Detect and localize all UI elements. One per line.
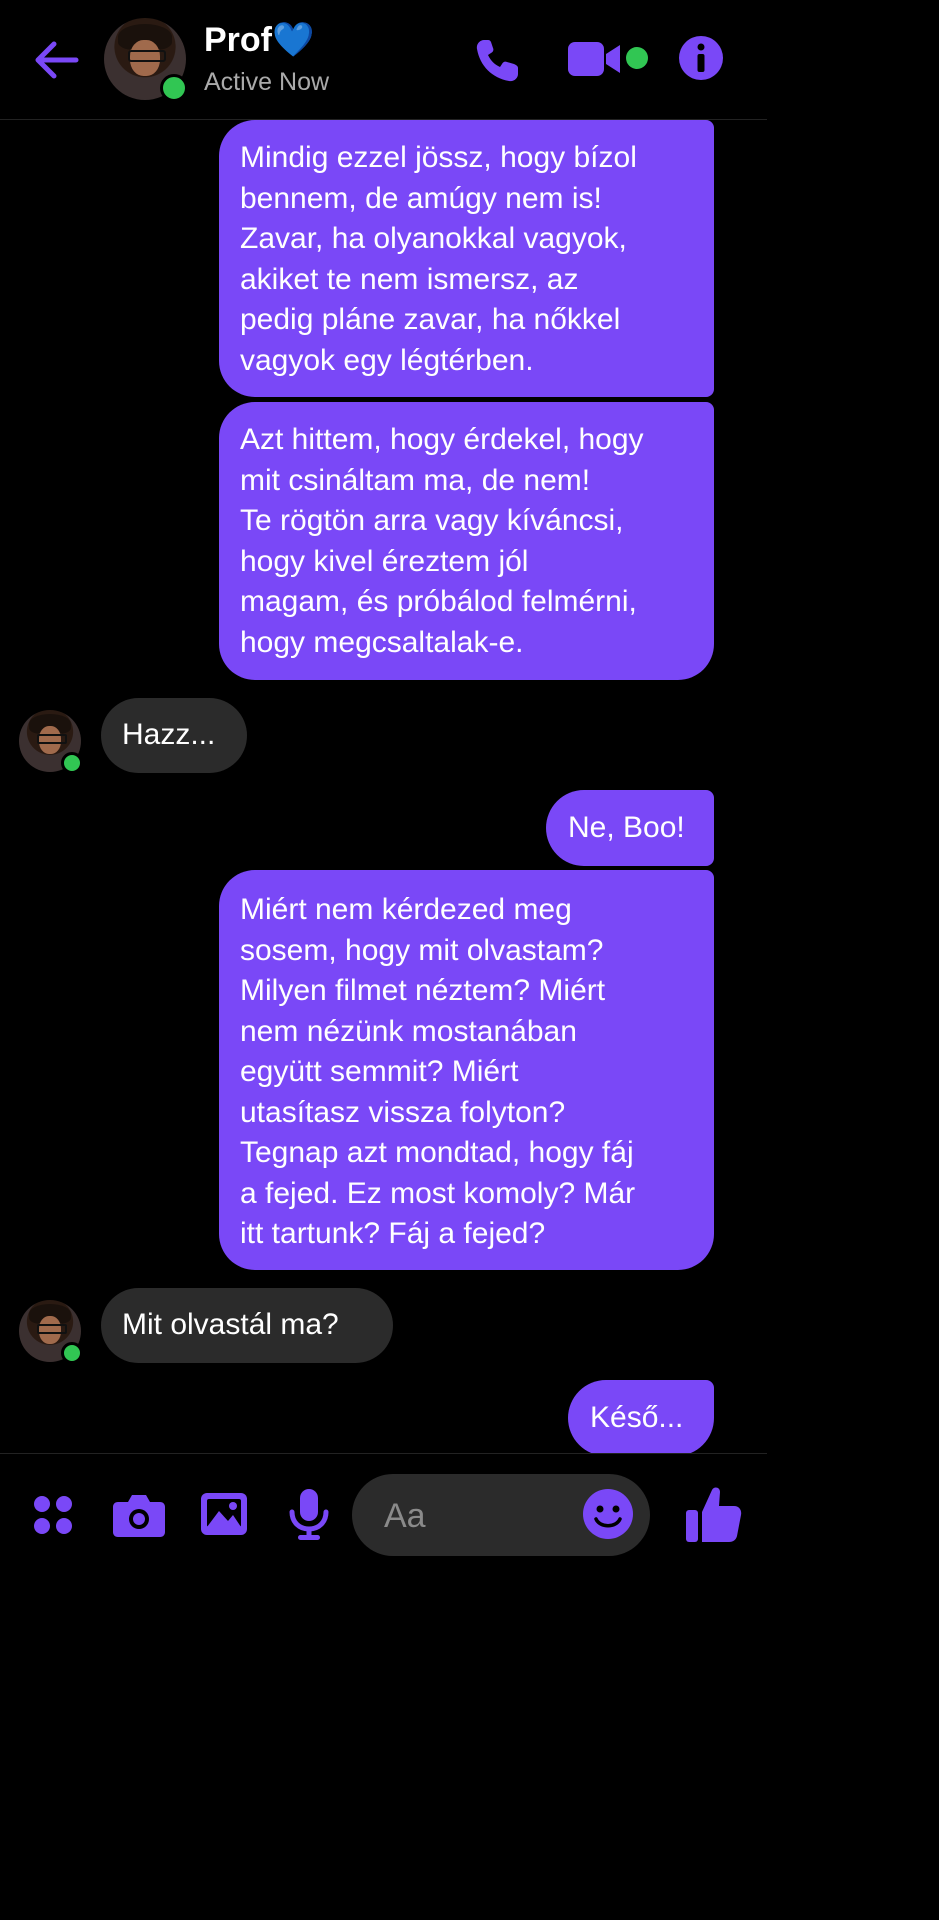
message-composer: [0, 1453, 767, 1569]
message-bubble-received[interactable]: Hazz...: [101, 698, 247, 773]
active-status: Active Now: [204, 68, 330, 96]
online-indicator: [61, 752, 83, 774]
video-camera-icon[interactable]: [566, 38, 622, 80]
chat-header: Prof💙 Active Now: [0, 0, 767, 120]
camera-icon[interactable]: [112, 1492, 166, 1538]
phone-icon[interactable]: [470, 34, 524, 88]
microphone-icon[interactable]: [288, 1488, 330, 1540]
online-indicator: [160, 74, 188, 102]
message-input-container[interactable]: [352, 1474, 650, 1556]
message-list[interactable]: Mindig ezzel jössz, hogy bízol bennem, d…: [0, 120, 767, 1453]
info-icon[interactable]: [678, 35, 724, 81]
message-bubble-received[interactable]: Mit olvastál ma?: [101, 1288, 393, 1363]
message-input[interactable]: [382, 1492, 576, 1540]
message-bubble-sent[interactable]: Miért nem kérdezed meg sosem, hogy mit o…: [219, 870, 714, 1270]
online-indicator: [61, 1342, 83, 1364]
contact-name[interactable]: Prof💙: [204, 20, 314, 60]
message-bubble-sent[interactable]: Azt hittem, hogy érdekel, hogy mit csiná…: [219, 402, 714, 680]
thumbs-up-icon[interactable]: [684, 1484, 742, 1544]
back-arrow-icon[interactable]: [30, 34, 82, 86]
apps-grid-icon[interactable]: [32, 1494, 76, 1538]
video-active-dot: [626, 47, 648, 69]
emoji-icon[interactable]: [582, 1488, 634, 1540]
message-bubble-sent[interactable]: Mindig ezzel jössz, hogy bízol bennem, d…: [219, 120, 714, 397]
message-bubble-sent[interactable]: Késő...: [568, 1380, 714, 1453]
gallery-icon[interactable]: [200, 1492, 248, 1536]
message-bubble-sent[interactable]: Ne, Boo!: [546, 790, 714, 866]
